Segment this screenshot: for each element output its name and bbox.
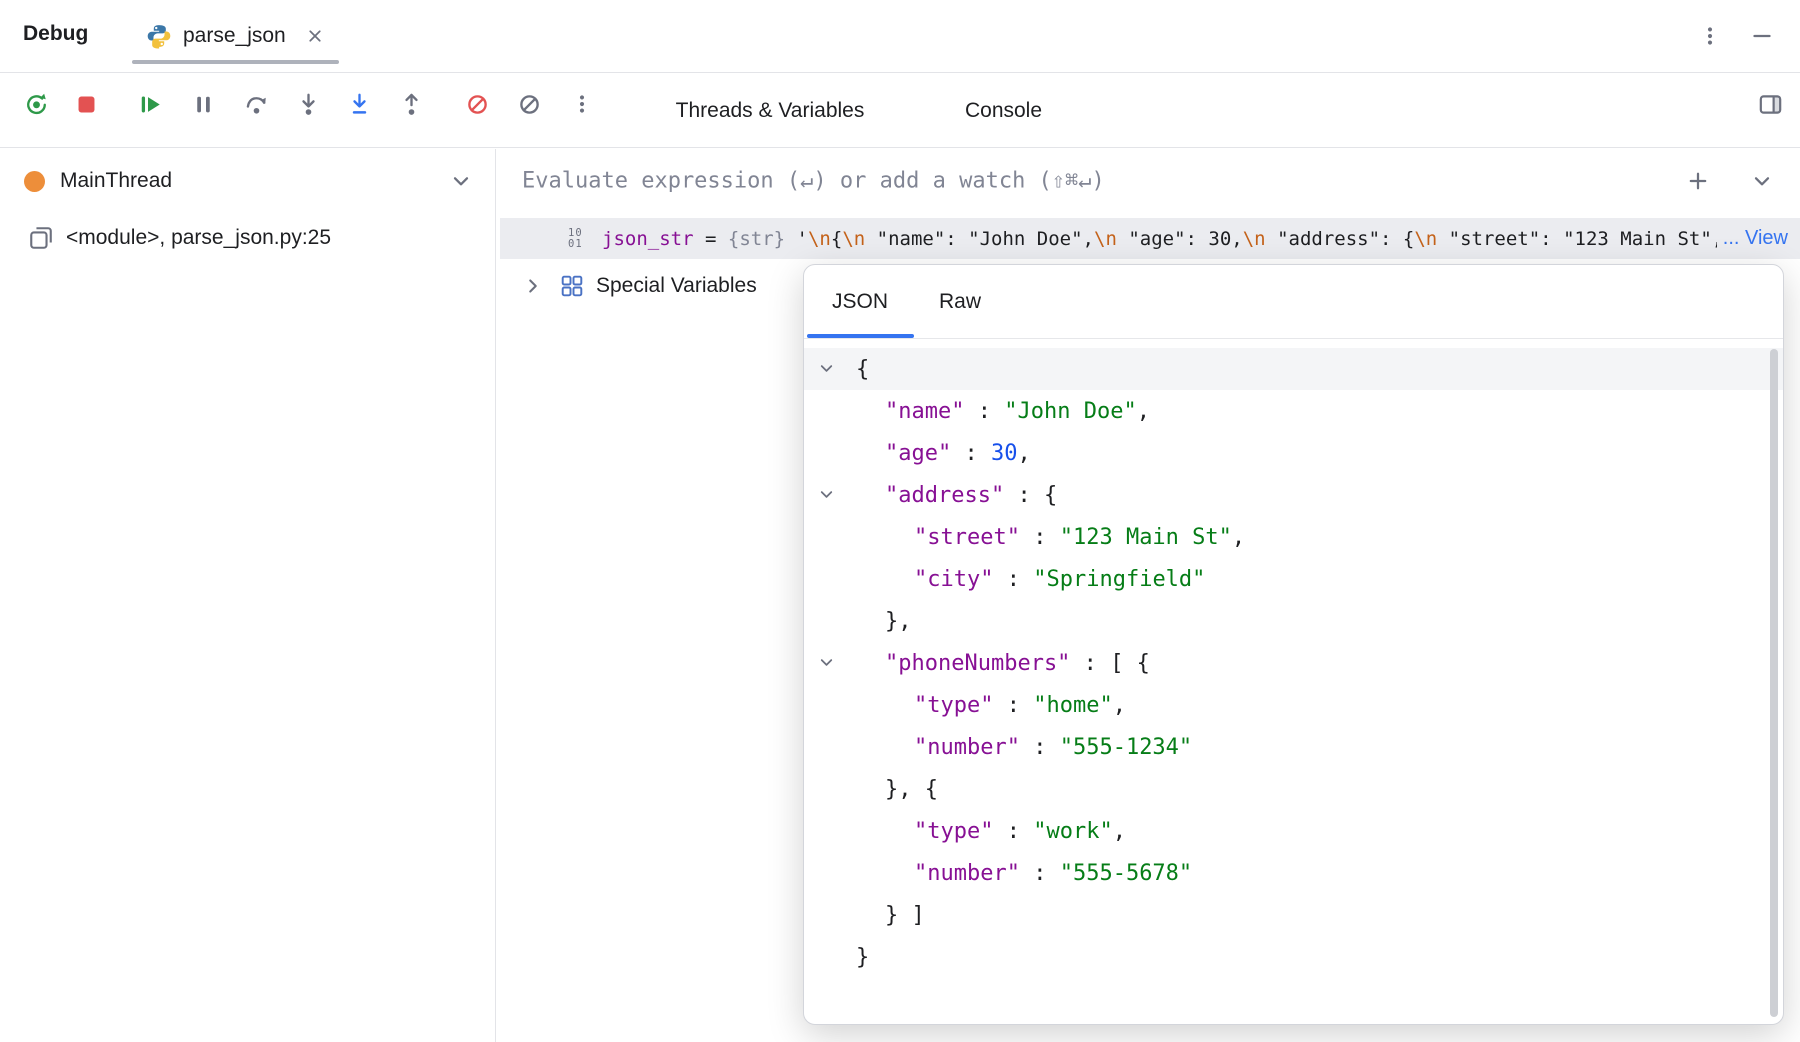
special-variables-icon bbox=[560, 274, 584, 298]
json-line-text: { bbox=[804, 357, 869, 382]
tab-threads-variables[interactable]: Threads & Variables bbox=[650, 74, 890, 147]
stack-frame-item[interactable]: <module>, parse_json.py:25 bbox=[0, 216, 495, 260]
tab-json-label: JSON bbox=[832, 290, 888, 314]
evaluate-placeholder: Evaluate expression (↵) or add a watch (… bbox=[522, 169, 1105, 194]
chevron-down-icon[interactable] bbox=[817, 359, 836, 378]
json-line-text: }, bbox=[804, 609, 912, 634]
pause-button[interactable] bbox=[183, 84, 223, 124]
json-line: }, { bbox=[804, 768, 1783, 810]
tool-window-title: Debug bbox=[23, 22, 88, 46]
variable-type-badge: {str} bbox=[728, 228, 785, 250]
rerun-debug-button[interactable] bbox=[16, 84, 56, 124]
json-line: "number" : "555-5678" bbox=[804, 852, 1783, 894]
evaluate-expression-input[interactable]: Evaluate expression (↵) or add a watch (… bbox=[496, 149, 1800, 213]
step-out-button[interactable] bbox=[391, 84, 431, 124]
mute-breakpoints-button[interactable] bbox=[457, 84, 497, 124]
json-line-text: "street" : "123 Main St", bbox=[804, 525, 1245, 550]
chevron-down-icon[interactable] bbox=[1742, 161, 1782, 201]
json-line: { bbox=[804, 348, 1783, 390]
json-line-text: "address" : { bbox=[804, 483, 1057, 508]
tab-raw-label: Raw bbox=[939, 290, 981, 314]
close-icon[interactable] bbox=[305, 26, 325, 46]
tab-console[interactable]: Console bbox=[946, 74, 1061, 147]
python-icon bbox=[146, 23, 172, 49]
special-variables-label: Special Variables bbox=[596, 274, 757, 298]
json-line: "number" : "555-1234" bbox=[804, 726, 1783, 768]
variable-value-preview: '\n{\n "name": "John Doe",\n "age": 30,\… bbox=[797, 228, 1717, 250]
add-watch-icon[interactable] bbox=[1678, 161, 1718, 201]
debug-titlebar: Debug parse_json bbox=[0, 0, 1800, 73]
active-tab-indicator bbox=[132, 60, 339, 64]
tab-json[interactable]: JSON bbox=[824, 265, 896, 339]
scrollbar-thumb[interactable] bbox=[1770, 349, 1778, 1017]
json-line: } ] bbox=[804, 894, 1783, 936]
disable-breakpoints-button[interactable] bbox=[509, 84, 549, 124]
json-line-text: } ] bbox=[804, 903, 925, 928]
more-options-icon[interactable] bbox=[1690, 16, 1730, 56]
more-actions-icon[interactable] bbox=[562, 84, 602, 124]
json-line: "type" : "work", bbox=[804, 810, 1783, 852]
pycharm-debug-window: Debug parse_json bbox=[0, 0, 1800, 1042]
view-link[interactable]: View bbox=[1745, 227, 1788, 249]
thread-status-icon bbox=[24, 171, 45, 192]
string-type-icon: 10 01 bbox=[568, 228, 596, 250]
json-line-text: "number" : "555-1234" bbox=[804, 735, 1192, 760]
json-line-text: "number" : "555-5678" bbox=[804, 861, 1192, 886]
json-viewer-body: { "name" : "John Doe", "age" : 30, "address… bbox=[804, 340, 1783, 1024]
string-type-icon-line2: 01 bbox=[568, 239, 596, 250]
json-line: "type" : "home", bbox=[804, 684, 1783, 726]
json-line-text: }, { bbox=[804, 777, 938, 802]
json-line-text: "city" : "Springfield" bbox=[804, 567, 1205, 592]
json-line: "street" : "123 Main St", bbox=[804, 516, 1783, 558]
truncation-ellipsis: ... bbox=[1723, 227, 1740, 249]
tab-threads-variables-label: Threads & Variables bbox=[676, 99, 865, 123]
hide-window-icon[interactable] bbox=[1742, 16, 1782, 56]
thread-selector[interactable]: MainThread bbox=[0, 149, 495, 213]
layout-settings-icon[interactable] bbox=[1750, 84, 1790, 124]
chevron-down-icon[interactable] bbox=[817, 485, 836, 504]
json-line: }, bbox=[804, 600, 1783, 642]
chevron-right-icon[interactable] bbox=[522, 275, 544, 297]
json-line-text: "type" : "work", bbox=[804, 819, 1126, 844]
debug-session-tab[interactable]: parse_json bbox=[130, 0, 341, 72]
chevron-down-icon[interactable] bbox=[449, 169, 473, 193]
json-line: "phoneNumbers" : [ { bbox=[804, 642, 1783, 684]
debug-toolbar: Threads & Variables Console bbox=[0, 74, 1800, 148]
json-viewer-tabbar: JSON Raw bbox=[804, 265, 1783, 339]
variable-row-json-str[interactable]: 10 01 json_str = {str} '\n{\n "name": "J… bbox=[500, 218, 1800, 259]
json-line-text: "age" : 30, bbox=[804, 441, 1031, 466]
string-type-icon-line1: 10 bbox=[568, 228, 596, 239]
json-line-text: "type" : "home", bbox=[804, 693, 1126, 718]
json-line: "age" : 30, bbox=[804, 432, 1783, 474]
variable-name: json_str bbox=[602, 228, 694, 250]
session-tab-label: parse_json bbox=[183, 24, 286, 48]
tab-console-label: Console bbox=[965, 99, 1042, 123]
variable-view-container: ... View bbox=[1723, 227, 1788, 250]
json-line-text: } bbox=[804, 945, 869, 970]
chevron-down-icon[interactable] bbox=[817, 653, 836, 672]
variable-value-text: json_str = {str} '\n{\n "name": "John Do… bbox=[602, 228, 1717, 250]
step-into-button[interactable] bbox=[288, 84, 328, 124]
stack-frame-label: <module>, parse_json.py:25 bbox=[66, 226, 331, 250]
json-line: "address" : { bbox=[804, 474, 1783, 516]
active-tab-indicator bbox=[807, 334, 914, 338]
resume-button[interactable] bbox=[130, 84, 170, 124]
json-line: "name" : "John Doe", bbox=[804, 390, 1783, 432]
tab-raw[interactable]: Raw bbox=[922, 265, 998, 339]
step-into-my-code-button[interactable] bbox=[339, 84, 379, 124]
json-line: } bbox=[804, 936, 1783, 978]
stop-button[interactable] bbox=[66, 84, 106, 124]
json-viewer-popup: JSON Raw { "name" : "John Doe", "age" : 30… bbox=[803, 264, 1784, 1025]
frames-icon bbox=[28, 225, 54, 251]
json-line-text: "phoneNumbers" : [ { bbox=[804, 651, 1150, 676]
thread-selector-label: MainThread bbox=[60, 169, 172, 193]
equals-sign: = bbox=[705, 228, 716, 250]
json-line-text: "name" : "John Doe", bbox=[804, 399, 1150, 424]
json-line: "city" : "Springfield" bbox=[804, 558, 1783, 600]
step-over-button[interactable] bbox=[236, 84, 276, 124]
